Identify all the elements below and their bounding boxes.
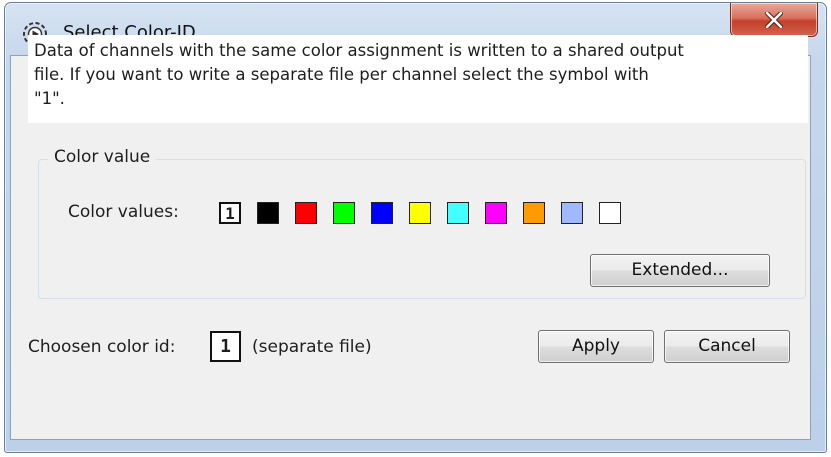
- cancel-button[interactable]: Cancel: [664, 330, 790, 363]
- separate-file-swatch[interactable]: 1: [219, 202, 241, 224]
- color-swatch-black[interactable]: [257, 202, 279, 224]
- chosen-color-id-value: 1: [210, 331, 241, 362]
- color-swatch-cyan[interactable]: [447, 202, 469, 224]
- color-swatch-yellow[interactable]: [409, 202, 431, 224]
- color-value-group-title: Color value: [48, 147, 157, 167]
- apply-button[interactable]: Apply: [538, 330, 654, 363]
- info-text-box: Data of channels with the same color ass…: [28, 35, 808, 123]
- chosen-color-id-label: Choosen color id:: [28, 337, 176, 357]
- color-swatch-green[interactable]: [333, 202, 355, 224]
- color-swatch-magenta[interactable]: [485, 202, 507, 224]
- info-line: "1".: [34, 89, 65, 108]
- color-swatch-red[interactable]: [295, 202, 317, 224]
- close-button[interactable]: [730, 3, 818, 37]
- info-line: file. If you want to write a separate fi…: [34, 65, 649, 84]
- color-swatch-orange[interactable]: [523, 202, 545, 224]
- close-icon: [765, 12, 783, 28]
- info-line: Data of channels with the same color ass…: [34, 41, 684, 60]
- color-swatch-white[interactable]: [599, 202, 621, 224]
- color-swatch-light-blue[interactable]: [561, 202, 583, 224]
- extended-button[interactable]: Extended...: [590, 254, 770, 287]
- color-swatch-blue[interactable]: [371, 202, 393, 224]
- chosen-color-description: (separate file): [252, 337, 372, 357]
- color-values-label: Color values:: [68, 202, 179, 222]
